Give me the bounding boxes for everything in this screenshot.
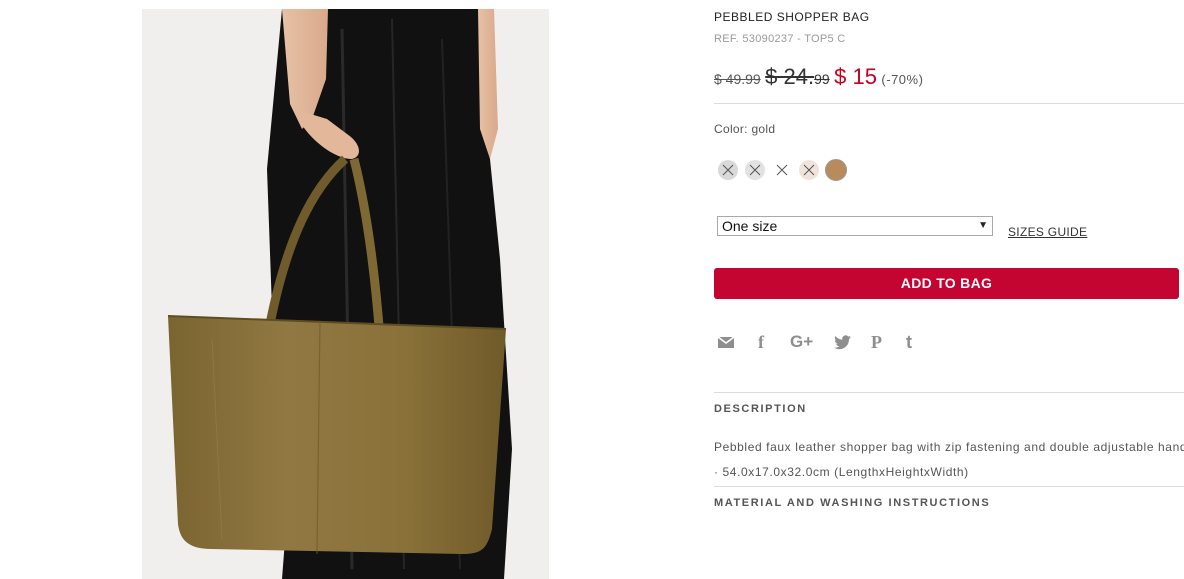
unavailable-cross-icon — [803, 164, 815, 176]
product-title: PEBBLED SHOPPER BAG — [714, 10, 870, 24]
unavailable-cross-icon — [749, 164, 761, 176]
swatch-gold[interactable] — [825, 159, 847, 181]
description-heading[interactable]: DESCRIPTION — [714, 403, 807, 415]
sale-price: $ 15 — [834, 64, 877, 89]
product-reference: REF. 53090237 - TOP5 C — [714, 33, 846, 45]
material-washing-heading[interactable]: MATERIAL AND WASHING INSTRUCTIONS — [714, 497, 990, 509]
pinterest-icon[interactable]: P — [871, 332, 882, 352]
original-price: $ 49.99 — [714, 71, 761, 87]
dimensions-text: · 54.0x17.0x32.0cm (LengthxHeightxWidth) — [714, 465, 969, 479]
previous-price: $ 24. — [765, 64, 815, 89]
divider — [714, 392, 1184, 393]
swatch-light-grey[interactable] — [745, 160, 765, 180]
size-select-value: One size — [722, 218, 778, 234]
previous-price-cents: 99 — [814, 71, 830, 87]
dropdown-arrow-icon: ▼ — [978, 220, 988, 231]
unavailable-cross-icon — [776, 164, 788, 176]
divider — [714, 486, 1184, 487]
divider — [714, 103, 1184, 104]
description-text: Pebbled faux leather shopper bag with zi… — [714, 440, 1184, 454]
add-to-bag-button[interactable]: ADD TO BAG — [714, 268, 1179, 299]
product-image — [142, 9, 549, 579]
color-label: Color: gold — [714, 122, 776, 136]
email-icon[interactable] — [717, 332, 735, 352]
swatch-grey[interactable] — [718, 160, 738, 180]
sizes-guide-link[interactable]: SIZES GUIDE — [1008, 225, 1087, 239]
size-select[interactable]: One size ▼ — [717, 216, 993, 236]
facebook-icon[interactable]: f — [758, 332, 764, 352]
price-row: $ 49.99 $ 24.99 $ 15 (-70%) — [714, 64, 923, 90]
discount-badge: (-70%) — [881, 72, 924, 87]
swatch-white[interactable] — [772, 160, 792, 180]
tumblr-icon[interactable]: t — [906, 332, 912, 352]
unavailable-cross-icon — [722, 164, 734, 176]
product-info: PEBBLED SHOPPER BAG REF. 53090237 - TOP5… — [714, 0, 1184, 579]
google-plus-icon[interactable]: G+ — [790, 332, 813, 352]
swatch-blush[interactable] — [799, 160, 819, 180]
twitter-icon[interactable] — [832, 332, 852, 352]
